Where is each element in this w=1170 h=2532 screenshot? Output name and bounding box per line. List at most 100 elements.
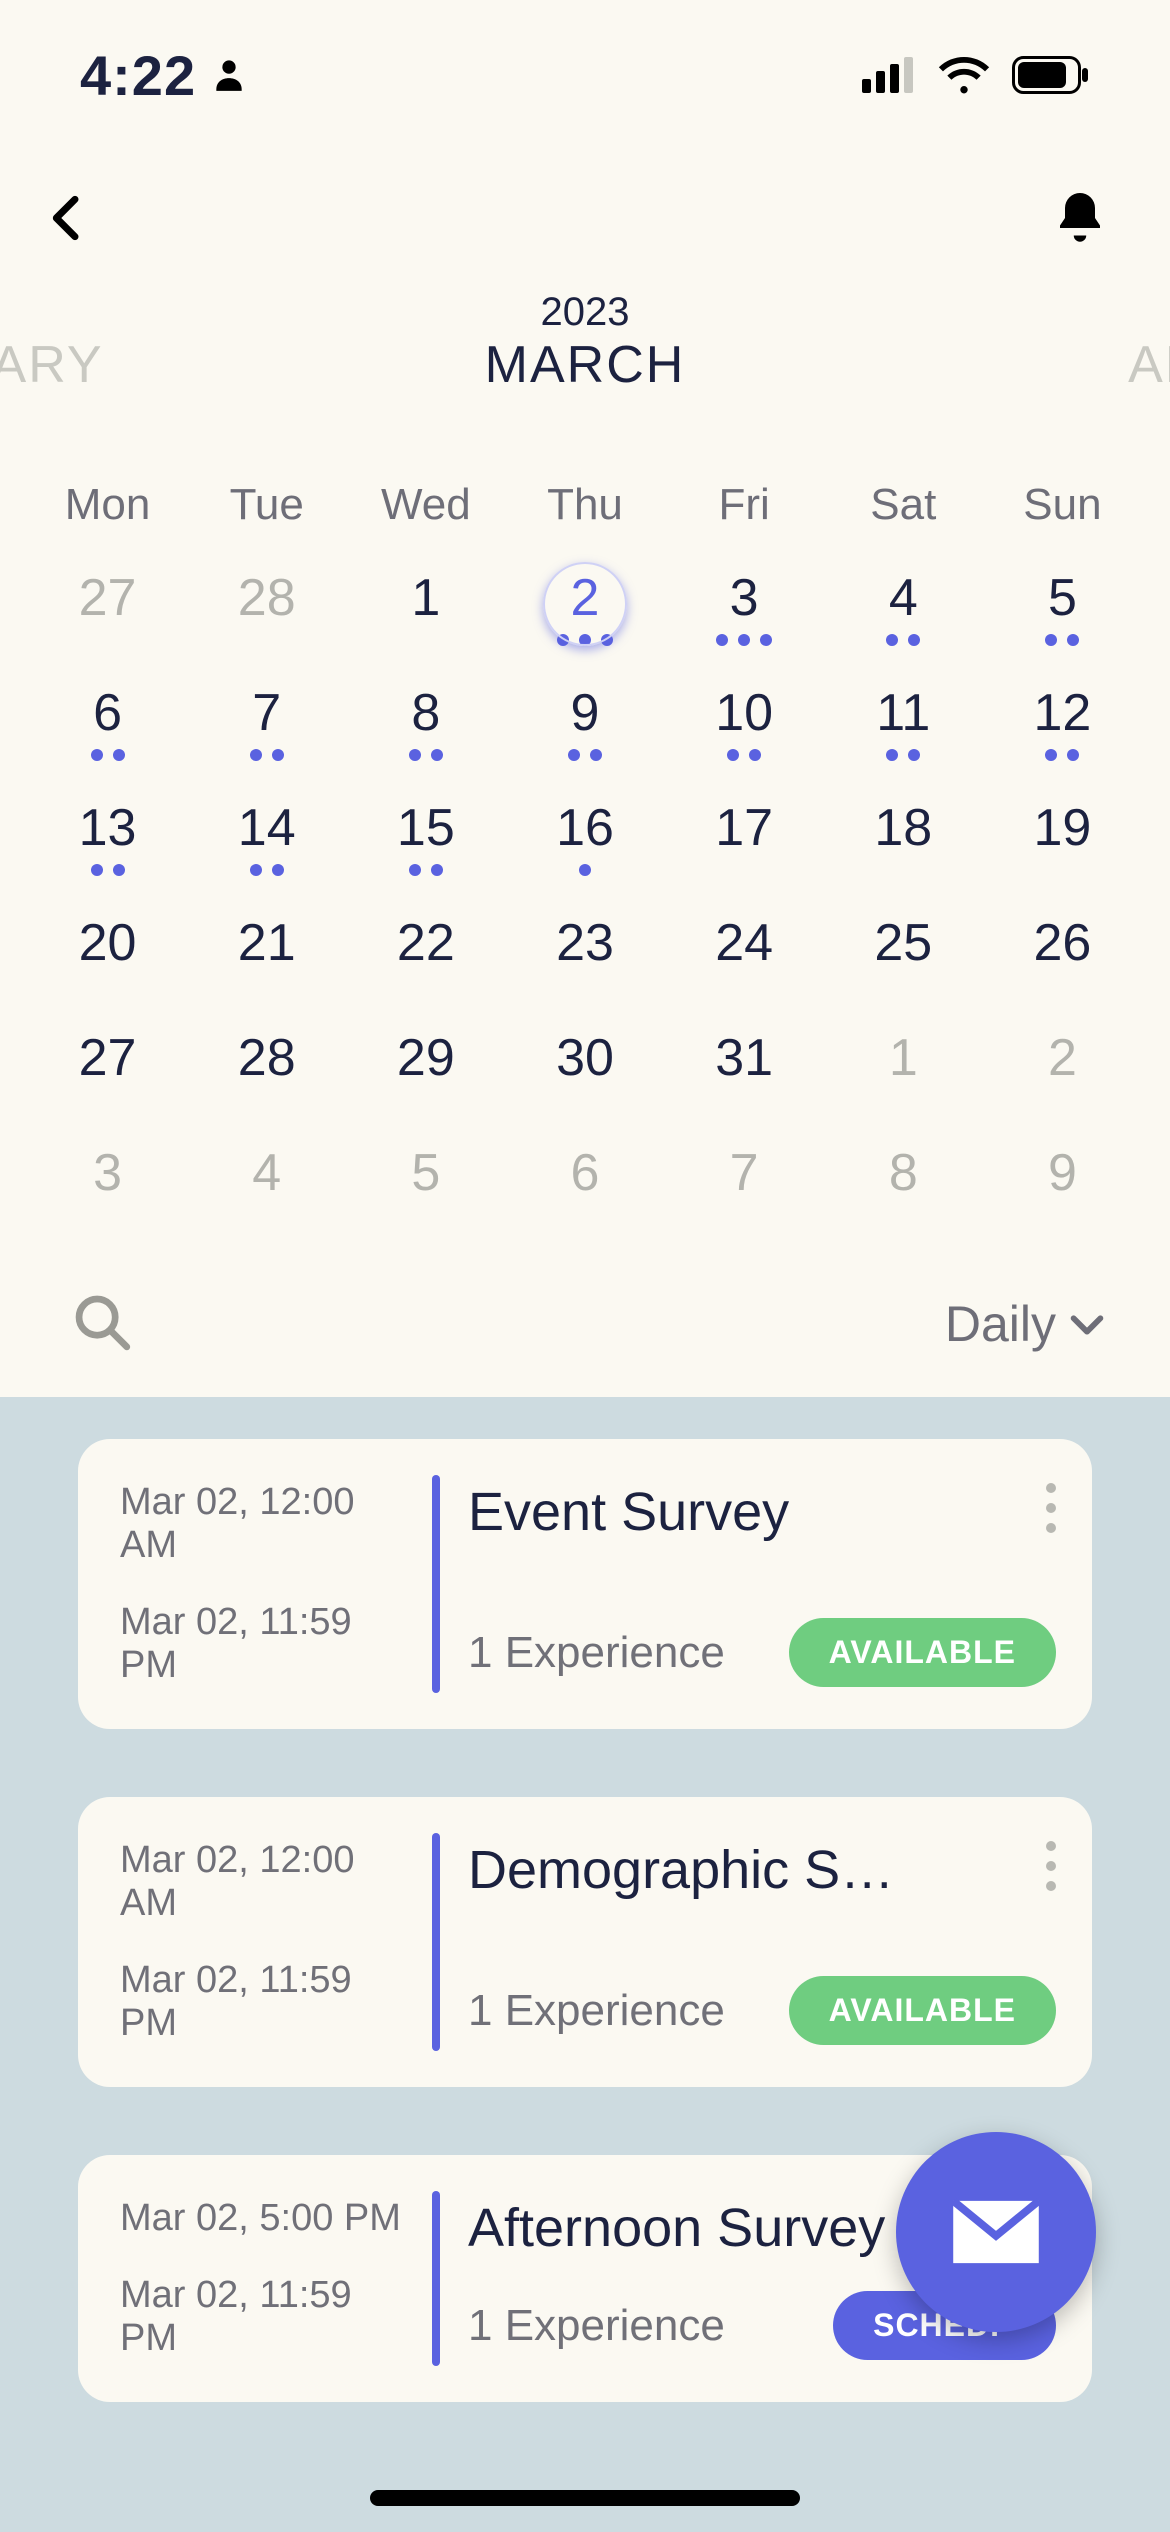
event-dot <box>727 749 739 761</box>
calendar-day[interactable]: 28 <box>187 560 346 675</box>
event-end: Mar 02, 11:59 PM <box>120 1601 414 1687</box>
calendar-day[interactable]: 16 <box>505 790 664 905</box>
calendar-day[interactable]: 26 <box>983 905 1142 1020</box>
kebab-dot <box>1046 1841 1056 1851</box>
calendar-day[interactable]: 13 <box>28 790 187 905</box>
view-toggle[interactable]: Daily <box>945 1295 1110 1353</box>
event-dots <box>716 634 772 646</box>
search-button[interactable] <box>70 1290 132 1357</box>
day-number: 1 <box>889 1028 918 1088</box>
calendar-day[interactable]: 6 <box>505 1135 664 1250</box>
home-indicator[interactable] <box>370 2490 800 2506</box>
status-indicators <box>862 55 1090 95</box>
calendar-day[interactable]: 21 <box>187 905 346 1020</box>
day-number: 25 <box>874 913 932 973</box>
person-icon <box>210 56 248 94</box>
kebab-dot <box>1046 1861 1056 1871</box>
notifications-button[interactable] <box>1050 185 1110 256</box>
compose-fab[interactable] <box>896 2132 1096 2332</box>
calendar-day[interactable]: 8 <box>824 1135 983 1250</box>
status-badge-available: AVAILABLE <box>789 1618 1056 1687</box>
calendar-day[interactable]: 4 <box>824 560 983 675</box>
event-times: Mar 02, 12:00 AMMar 02, 11:59 PM <box>114 1839 414 2045</box>
dow-mon: Mon <box>28 480 187 560</box>
calendar-day[interactable]: 25 <box>824 905 983 1020</box>
event-dots <box>886 634 920 646</box>
status-time: 4:22 <box>80 43 196 108</box>
event-start: Mar 02, 5:00 PM <box>120 2197 414 2240</box>
current-month-label: MARCH <box>485 335 686 395</box>
status-bar: 4:22 <box>0 0 1170 150</box>
event-card[interactable]: Mar 02, 12:00 AMMar 02, 11:59 PMEvent Su… <box>78 1439 1092 1729</box>
day-number: 3 <box>93 1143 122 1203</box>
calendar-day[interactable]: 14 <box>187 790 346 905</box>
calendar-day[interactable]: 7 <box>187 675 346 790</box>
event-list[interactable]: Mar 02, 12:00 AMMar 02, 11:59 PMEvent Su… <box>0 1397 1170 2532</box>
calendar-day[interactable]: 17 <box>665 790 824 905</box>
event-dot <box>250 749 262 761</box>
calendar-day[interactable]: 29 <box>346 1020 505 1135</box>
event-dot <box>886 749 898 761</box>
calendar-day[interactable]: 5 <box>346 1135 505 1250</box>
calendar-day[interactable]: 1 <box>824 1020 983 1135</box>
event-dots <box>1045 634 1079 646</box>
calendar-day[interactable]: 20 <box>28 905 187 1020</box>
calendar-day[interactable]: 3 <box>665 560 824 675</box>
dow-fri: Fri <box>665 480 824 560</box>
calendar-day[interactable]: 24 <box>665 905 824 1020</box>
bell-icon <box>1050 185 1110 251</box>
calendar-day[interactable]: 3 <box>28 1135 187 1250</box>
event-dots <box>91 864 125 876</box>
kebab-dot <box>1046 1523 1056 1533</box>
calendar-day[interactable]: 1 <box>346 560 505 675</box>
event-end: Mar 02, 11:59 PM <box>120 1959 414 2045</box>
calendar-day[interactable]: 7 <box>665 1135 824 1250</box>
day-number: 6 <box>571 1143 600 1203</box>
day-number: 29 <box>397 1028 455 1088</box>
calendar-day[interactable]: 6 <box>28 675 187 790</box>
calendar-day[interactable]: 12 <box>983 675 1142 790</box>
prev-month[interactable]: 23 UARY <box>0 290 104 395</box>
calendar-day[interactable]: 8 <box>346 675 505 790</box>
calendar-day[interactable]: 27 <box>28 1020 187 1135</box>
calendar-day[interactable]: 2 <box>983 1020 1142 1135</box>
calendar-day[interactable]: 28 <box>187 1020 346 1135</box>
month-picker[interactable]: 23 UARY 2023 MARCH 20 API <box>0 290 1170 450</box>
day-number: 21 <box>238 913 296 973</box>
event-accent-bar <box>432 2191 440 2366</box>
calendar-day[interactable]: 31 <box>665 1020 824 1135</box>
calendar: Mon Tue Wed Thu Fri Sat Sun 272812345678… <box>0 450 1170 1260</box>
event-dot <box>908 634 920 646</box>
event-card[interactable]: Mar 02, 12:00 AMMar 02, 11:59 PMDemograp… <box>78 1797 1092 2087</box>
event-dot <box>91 749 103 761</box>
calendar-day[interactable]: 9 <box>505 675 664 790</box>
calendar-day[interactable]: 18 <box>824 790 983 905</box>
day-number: 28 <box>238 1028 296 1088</box>
calendar-day[interactable]: 11 <box>824 675 983 790</box>
event-dot <box>749 749 761 761</box>
event-more-button[interactable] <box>1046 1483 1056 1533</box>
day-number: 17 <box>715 798 773 858</box>
calendar-day[interactable]: 27 <box>28 560 187 675</box>
calendar-day[interactable]: 10 <box>665 675 824 790</box>
calendar-week: 3 45 6 789 <box>28 1135 1142 1250</box>
calendar-day[interactable]: 4 <box>187 1135 346 1250</box>
calendar-day[interactable]: 9 <box>983 1135 1142 1250</box>
back-button[interactable] <box>40 178 96 263</box>
calendar-day[interactable]: 23 <box>505 905 664 1020</box>
day-number: 22 <box>397 913 455 973</box>
calendar-day[interactable]: 15 <box>346 790 505 905</box>
event-dot <box>908 749 920 761</box>
calendar-day[interactable]: 30 <box>505 1020 664 1135</box>
event-dot <box>431 864 443 876</box>
event-dots <box>250 864 284 876</box>
day-number: 27 <box>79 1028 137 1088</box>
calendar-day[interactable]: 19 <box>983 790 1142 905</box>
calendar-day[interactable]: 5 <box>983 560 1142 675</box>
event-dots <box>568 749 602 761</box>
calendar-day[interactable]: 2 <box>505 560 664 675</box>
event-more-button[interactable] <box>1046 1841 1056 1891</box>
calendar-day[interactable]: 22 <box>346 905 505 1020</box>
kebab-dot <box>1046 1483 1056 1493</box>
next-month[interactable]: 20 API <box>1128 290 1170 395</box>
